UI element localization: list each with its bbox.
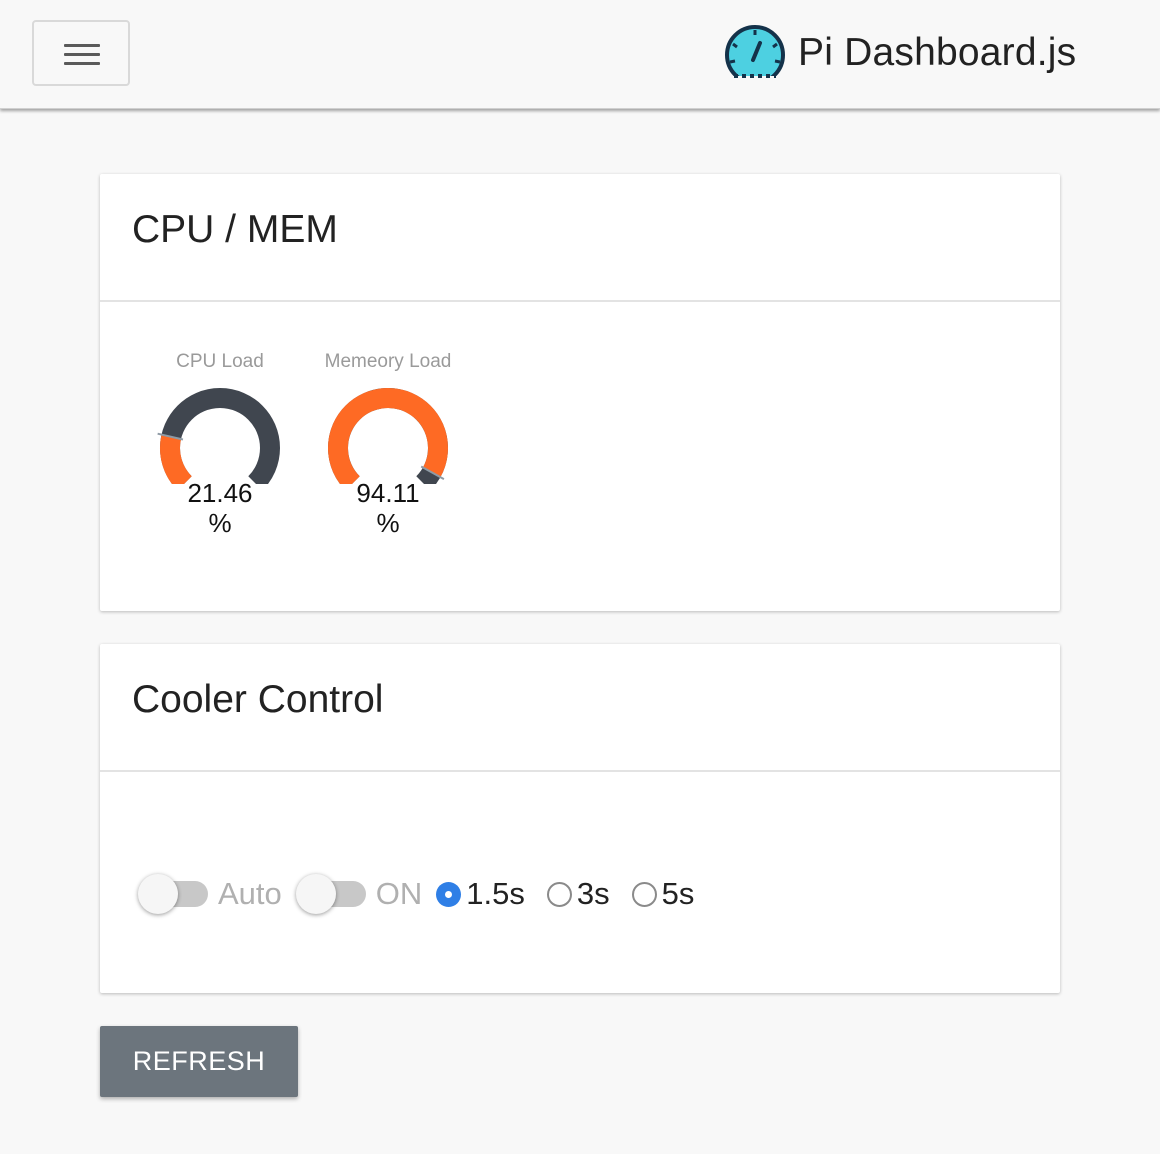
card-header: Cooler Control — [100, 644, 1060, 772]
refresh-button[interactable]: REFRESH — [100, 1026, 298, 1097]
radio-dot[interactable] — [436, 881, 462, 907]
brand-title: Pi Dashboard.js — [798, 31, 1077, 74]
radio-label: 5s — [661, 876, 695, 911]
auto-toggle-label: Auto — [218, 876, 282, 911]
card-title: CPU / MEM — [132, 208, 338, 251]
gauge-dial — [328, 388, 448, 484]
speedometer-icon — [724, 24, 786, 82]
radio-dot[interactable] — [546, 881, 572, 907]
radio-dot[interactable] — [631, 881, 657, 907]
gauge-fill — [160, 434, 193, 484]
gauge-value: 94.11 — [356, 478, 420, 508]
on-toggle-switch[interactable] — [295, 874, 368, 914]
memory-load-gauge: Memeory Load 94.11 % — [308, 350, 468, 538]
cpu-mem-card: CPU / MEM CPU Load 21.46 % Memeory Load … — [100, 174, 1060, 611]
top-navbar: Pi Dashboard.js — [0, 0, 1160, 109]
cpu-load-gauge: CPU Load 21.46 % — [140, 350, 300, 538]
radio-label: 3s — [576, 876, 610, 911]
menu-toggle-button[interactable] — [32, 20, 130, 86]
gauge-value: 21.46 — [187, 478, 253, 508]
gauge-unit: % — [208, 508, 232, 538]
auto-toggle-switch[interactable] — [138, 874, 210, 914]
radio-label: 1.5s — [466, 876, 525, 911]
gauge-unit: % — [376, 508, 400, 538]
cooler-control-card: Cooler Control Auto ON 1.5s 3s 5s — [100, 644, 1060, 993]
brand[interactable]: Pi Dashboard.js — [724, 24, 1076, 82]
card-header: CPU / MEM — [100, 174, 1060, 302]
gauge-dial — [157, 388, 280, 484]
gauge-label: CPU Load — [176, 351, 264, 372]
gauge-label: Memeory Load — [324, 351, 452, 372]
card-title: Cooler Control — [132, 678, 384, 721]
cooler-controls: Auto ON 1.5s 3s 5s — [138, 874, 716, 914]
interval-radio-5s[interactable]: 5s — [631, 876, 695, 912]
interval-radio-1-5s[interactable]: 1.5s — [436, 876, 525, 912]
interval-radio-3s[interactable]: 3s — [546, 876, 610, 912]
on-toggle-label: ON — [375, 876, 423, 911]
